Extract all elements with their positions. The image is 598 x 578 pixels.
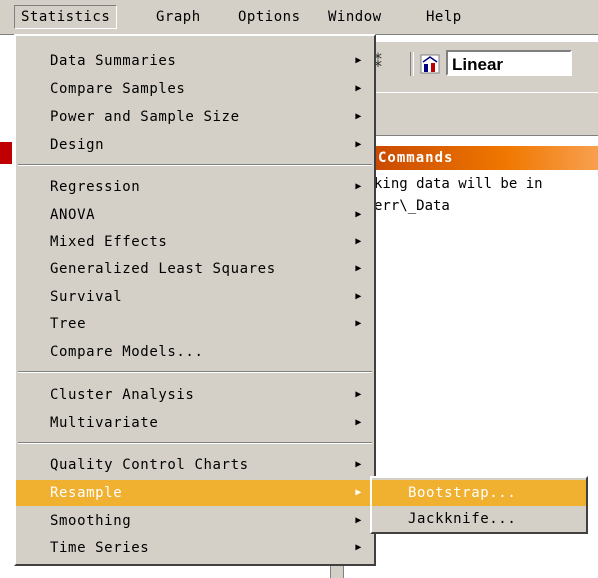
menu-item-compare-models[interactable]: Compare Models... <box>16 339 374 365</box>
submenu-arrow-icon: ▶ <box>355 542 362 553</box>
menu-item-label: Generalized Least Squares <box>50 261 276 277</box>
menu-statistics[interactable]: Statistics <box>14 5 118 29</box>
menu-item-label: Power and Sample Size <box>50 109 240 125</box>
menu-item-label: Data Summaries <box>50 53 177 69</box>
menu-item-label: Design <box>50 137 105 153</box>
menu-item-generalized-least-squares[interactable]: Generalized Least Squares ▶ <box>16 256 374 282</box>
submenu-arrow-icon: ▶ <box>355 417 362 428</box>
menu-item-label: Cluster Analysis <box>50 387 195 403</box>
document-window-edge <box>0 34 14 578</box>
command-line: err\_Data <box>374 198 450 214</box>
menu-item-label: Mixed Effects <box>50 234 168 250</box>
menu-item-mixed-effects[interactable]: Mixed Effects ▶ <box>16 229 374 255</box>
submenu-arrow-icon: ▶ <box>355 83 362 94</box>
menu-item-label: Tree <box>50 316 87 332</box>
menu-item-label: Smoothing <box>50 513 132 529</box>
submenu-arrow-icon: ▶ <box>355 139 362 150</box>
submenu-arrow-icon: ▶ <box>355 459 362 470</box>
menu-divider <box>18 442 372 444</box>
menu-item-jackknife[interactable]: Jackknife... <box>372 506 586 532</box>
menu-item-smoothing[interactable]: Smoothing ▶ <box>16 508 374 534</box>
menu-item-label: ANOVA <box>50 207 96 223</box>
submenu-arrow-icon: ▶ <box>355 389 362 400</box>
commands-panel-title: Commands <box>370 146 598 170</box>
menu-item-label: Time Series <box>50 540 150 556</box>
menu-item-label: Survival <box>50 289 123 305</box>
menu-graph[interactable]: Graph <box>150 6 207 28</box>
menu-divider <box>18 371 372 373</box>
scrollbar[interactable] <box>330 565 344 578</box>
menu-item-cluster-analysis[interactable]: Cluster Analysis ▶ <box>16 382 374 408</box>
submenu-arrow-icon: ▶ <box>355 181 362 192</box>
menu-item-label: Compare Models... <box>50 344 204 360</box>
menu-item-tree[interactable]: Tree ▶ <box>16 311 374 337</box>
menu-item-power-sample-size[interactable]: Power and Sample Size ▶ <box>16 104 374 130</box>
menu-item-label: Compare Samples <box>50 81 186 97</box>
menu-item-survival[interactable]: Survival ▶ <box>16 284 374 310</box>
menu-divider <box>18 164 372 166</box>
menu-item-regression[interactable]: Regression ▶ <box>16 174 374 200</box>
submenu-arrow-icon: ▶ <box>355 318 362 329</box>
menu-item-label: Resample <box>50 485 123 501</box>
menu-item-label: Multivariate <box>50 415 159 431</box>
submenu-arrow-icon: ▶ <box>355 487 362 498</box>
chart-type-icon[interactable] <box>420 54 440 74</box>
submenu-arrow-icon: ▶ <box>355 291 362 302</box>
submenu-arrow-icon: ▶ <box>355 209 362 220</box>
toolbar-strip <box>370 92 598 136</box>
command-line: king data will be in <box>374 176 543 192</box>
menu-item-time-series[interactable]: Time Series ▶ <box>16 535 374 561</box>
submenu-arrow-icon: ▶ <box>355 263 362 274</box>
menu-item-resample[interactable]: Resample ▶ <box>16 480 374 506</box>
toolbar: ⁑ Linear <box>370 42 598 92</box>
menu-item-compare-samples[interactable]: Compare Samples ▶ <box>16 76 374 102</box>
submenu-arrow-icon: ▶ <box>355 111 362 122</box>
menu-window[interactable]: Window <box>322 6 388 28</box>
menu-item-label: Regression <box>50 179 141 195</box>
menu-item-label: Quality Control Charts <box>50 457 249 473</box>
menu-item-bootstrap[interactable]: Bootstrap... <box>372 480 586 506</box>
menu-item-data-summaries[interactable]: Data Summaries ▶ <box>16 48 374 74</box>
menu-item-anova[interactable]: ANOVA ▶ <box>16 202 374 228</box>
submenu-arrow-icon: ▶ <box>355 236 362 247</box>
menu-item-design[interactable]: Design ▶ <box>16 132 374 158</box>
submenu-arrow-icon: ▶ <box>355 55 362 66</box>
submenu-arrow-icon: ▶ <box>355 515 362 526</box>
statistics-menu: Data Summaries ▶ Compare Samples ▶ Power a… <box>14 34 376 566</box>
menu-help[interactable]: Help <box>420 6 468 28</box>
menu-options[interactable]: Options <box>232 6 307 28</box>
resample-submenu: Bootstrap... Jackknife... <box>370 476 588 534</box>
menu-item-multivariate[interactable]: Multivariate ▶ <box>16 410 374 436</box>
window-titlebar-fragment <box>0 142 12 164</box>
toolbar-separator <box>410 52 414 76</box>
menu-item-quality-control-charts[interactable]: Quality Control Charts ▶ <box>16 452 374 478</box>
chart-type-select[interactable]: Linear <box>446 50 572 76</box>
menu-bar: Statistics Graph Options Window Help <box>0 0 598 35</box>
